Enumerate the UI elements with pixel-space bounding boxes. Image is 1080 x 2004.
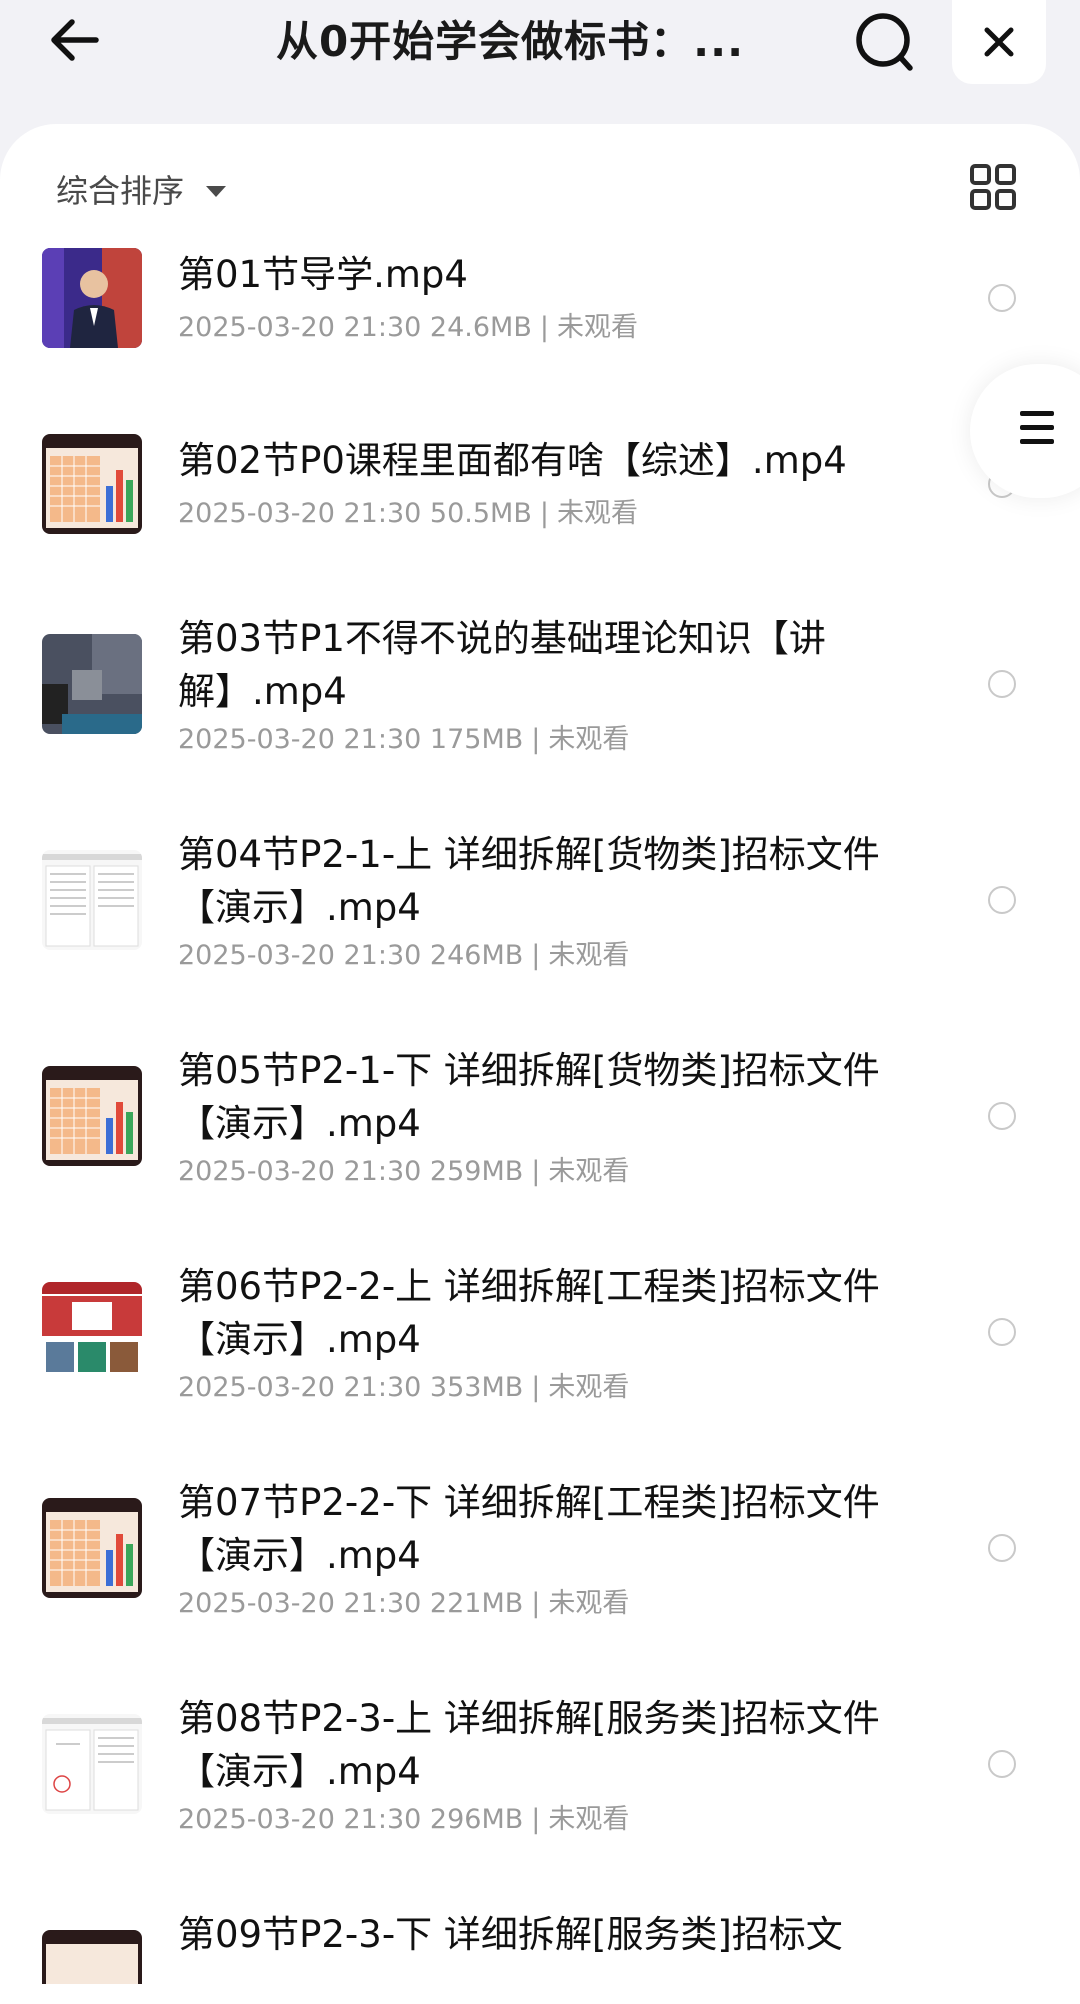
close-icon <box>984 27 1014 57</box>
file-date: 2025-03-20 21:30 <box>178 940 422 971</box>
file-name: 第09节P2-3-下 详细拆解[服务类]招标文 <box>178 1913 843 1956</box>
select-radio[interactable] <box>988 1102 1016 1130</box>
grid-view-icon <box>970 164 1016 210</box>
watch-status: 未观看 <box>556 312 638 343</box>
file-date: 2025-03-20 21:30 <box>178 498 422 529</box>
arrow-left-icon <box>51 19 99 61</box>
grid-view-button[interactable] <box>970 164 1016 210</box>
watch-status: 未观看 <box>548 724 630 755</box>
file-name: 第07节P2-2-下 详细拆解[工程类]招标文件【演示】.mp4 <box>178 1481 880 1577</box>
search-button[interactable] <box>852 10 918 76</box>
caret-down-icon <box>206 185 227 197</box>
watch-status: 未观看 <box>548 1804 630 1835</box>
video-thumbnail <box>42 1930 142 1984</box>
file-size: 259MB <box>429 1156 524 1187</box>
file-date: 2025-03-20 21:30 <box>178 1372 422 1403</box>
video-thumbnail <box>42 1282 142 1382</box>
list-item[interactable]: 第06节P2-2-上 详细拆解[工程类]招标文件【演示】.mp4 2025-03… <box>0 1260 1080 1403</box>
list-item[interactable]: 第04节P2-1-上 详细拆解[货物类]招标文件【演示】.mp4 2025-03… <box>0 828 1080 971</box>
video-thumbnail <box>42 1066 142 1166</box>
video-thumbnail <box>42 1498 142 1598</box>
select-radio[interactable] <box>988 886 1016 914</box>
watch-status: 未观看 <box>548 940 630 971</box>
file-name: 第06节P2-2-上 详细拆解[工程类]招标文件【演示】.mp4 <box>178 1265 880 1361</box>
search-icon <box>856 13 913 71</box>
file-list-panel: 综合排序 第01节导学.mp4 2025-03-20 21:30 24.6MB |… <box>0 124 1080 2004</box>
file-name: 第03节P1不得不说的基础理论知识【讲解】.mp4 <box>178 617 826 713</box>
file-size: 175MB <box>429 724 524 755</box>
file-name: 第05节P2-1-下 详细拆解[货物类]招标文件【演示】.mp4 <box>178 1049 880 1145</box>
file-meta: 2025-03-20 21:30 175MB | 未观看 <box>178 724 630 755</box>
video-thumbnail <box>42 248 142 348</box>
file-meta: 2025-03-20 21:30 296MB | 未观看 <box>178 1804 630 1835</box>
select-radio[interactable] <box>988 1318 1016 1346</box>
list-item[interactable]: 第07节P2-2-下 详细拆解[工程类]招标文件【演示】.mp4 2025-03… <box>0 1476 1080 1619</box>
select-radio[interactable] <box>988 1750 1016 1778</box>
file-meta: 2025-03-20 21:30 50.5MB | 未观看 <box>178 498 638 529</box>
file-name: 第02节P0课程里面都有啥【综述】.mp4 <box>178 439 847 482</box>
file-size: 296MB <box>429 1804 524 1835</box>
sort-label: 综合排序 <box>56 172 185 210</box>
top-bar: 从0开始学会做标书：... <box>0 0 1080 124</box>
list-item[interactable]: 第02节P0课程里面都有啥【综述】.mp4 2025-03-20 21:30 5… <box>0 434 1080 544</box>
video-thumbnail <box>42 850 142 950</box>
watch-status: 未观看 <box>548 1588 630 1619</box>
sort-dropdown[interactable]: 综合排序 <box>56 164 227 214</box>
close-button[interactable] <box>952 0 1046 84</box>
list-item[interactable]: 第09节P2-3-下 详细拆解[服务类]招标文 <box>0 1908 1080 1984</box>
file-meta: 2025-03-20 21:30 259MB | 未观看 <box>178 1156 630 1187</box>
file-date: 2025-03-20 21:30 <box>178 1588 422 1619</box>
file-meta: 2025-03-20 21:30 246MB | 未观看 <box>178 940 630 971</box>
file-size: 353MB <box>429 1372 524 1403</box>
file-date: 2025-03-20 21:30 <box>178 1156 422 1187</box>
file-name: 第08节P2-3-上 详细拆解[服务类]招标文件【演示】.mp4 <box>178 1697 880 1793</box>
watch-status: 未观看 <box>548 1372 630 1403</box>
page-title: 从0开始学会做标书：... <box>275 17 745 66</box>
file-meta: 2025-03-20 21:30 353MB | 未观看 <box>178 1372 630 1403</box>
file-meta: 2025-03-20 21:30 24.6MB | 未观看 <box>178 312 638 343</box>
file-size: 221MB <box>429 1588 524 1619</box>
video-thumbnail <box>42 634 142 734</box>
menu-icon <box>1020 411 1054 453</box>
file-size: 24.6MB <box>429 312 532 343</box>
file-date: 2025-03-20 21:30 <box>178 724 422 755</box>
video-thumbnail <box>42 434 142 534</box>
file-date: 2025-03-20 21:30 <box>178 1804 422 1835</box>
file-name: 第01节导学.mp4 <box>178 253 468 296</box>
file-size: 50.5MB <box>429 498 532 529</box>
select-radio[interactable] <box>988 670 1016 698</box>
file-date: 2025-03-20 21:30 <box>178 312 422 343</box>
watch-status: 未观看 <box>548 1156 630 1187</box>
video-thumbnail <box>42 1714 142 1814</box>
list-item[interactable]: 第05节P2-1-下 详细拆解[货物类]招标文件【演示】.mp4 2025-03… <box>0 1044 1080 1187</box>
file-meta: 2025-03-20 21:30 221MB | 未观看 <box>178 1588 630 1619</box>
list-item[interactable]: 第03节P1不得不说的基础理论知识【讲解】.mp4 2025-03-20 21:… <box>0 612 1080 755</box>
select-radio[interactable] <box>988 1534 1016 1562</box>
list-item[interactable]: 第08节P2-3-上 详细拆解[服务类]招标文件【演示】.mp4 2025-03… <box>0 1692 1080 1835</box>
select-radio[interactable] <box>988 284 1016 312</box>
back-button[interactable] <box>44 10 108 74</box>
watch-status: 未观看 <box>556 498 638 529</box>
list-item[interactable]: 第01节导学.mp4 2025-03-20 21:30 24.6MB | 未观看 <box>0 248 1080 358</box>
file-size: 246MB <box>429 940 524 971</box>
file-name: 第04节P2-1-上 详细拆解[货物类]招标文件【演示】.mp4 <box>178 833 880 929</box>
